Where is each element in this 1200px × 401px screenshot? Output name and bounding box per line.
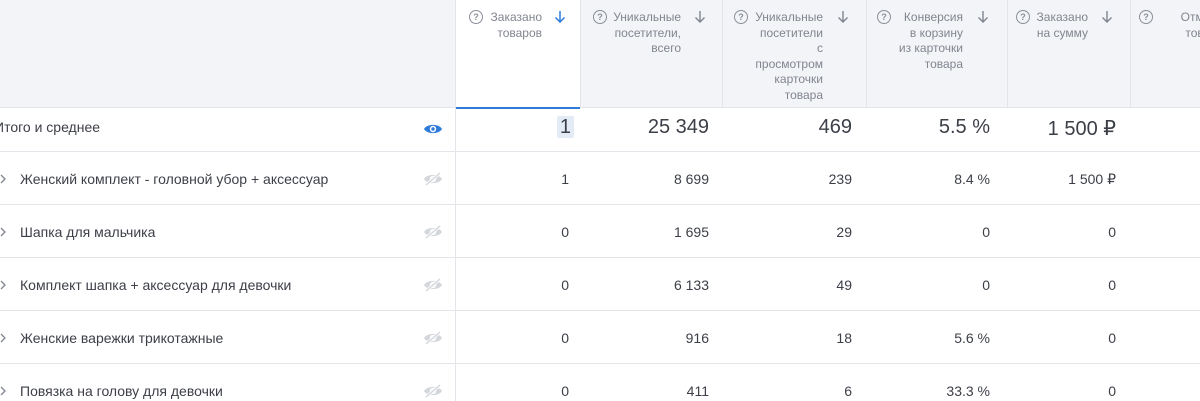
card-visitors-value: 239 bbox=[828, 171, 852, 187]
column-title-line: посетители, bbox=[614, 25, 681, 40]
chevron-right-icon[interactable] bbox=[0, 386, 8, 396]
table-row[interactable]: Женские варежки трикотажные 0 916 18 5.6… bbox=[0, 311, 1200, 364]
column-title-ordered-sum: Заказано на сумму bbox=[1034, 10, 1088, 41]
column-header-ordered[interactable]: ? Заказано товаров bbox=[456, 0, 580, 109]
product-name: Женский комплект - головной убор + аксес… bbox=[20, 171, 329, 187]
ordered-sum-value: 0 bbox=[1108, 330, 1116, 346]
chevron-right-icon[interactable] bbox=[0, 280, 8, 290]
eye-icon[interactable] bbox=[423, 122, 443, 136]
column-title-line: Отмен bbox=[1180, 10, 1200, 24]
conversion-value: 0 bbox=[982, 224, 990, 240]
column-title-line: Уникальные bbox=[613, 10, 681, 24]
help-icon[interactable]: ? bbox=[734, 10, 748, 24]
ordered-value: 0 bbox=[561, 224, 569, 240]
chevron-right-icon[interactable] bbox=[0, 333, 8, 343]
card-visitors-value: 6 bbox=[844, 383, 852, 399]
column-title-visitors: Уникальные посетители, всего bbox=[611, 10, 681, 57]
help-icon[interactable]: ? bbox=[469, 10, 483, 24]
table-row[interactable]: Шапка для мальчика 0 1 695 29 0 0 bbox=[0, 205, 1200, 258]
card-visitors-value: 18 bbox=[836, 330, 852, 346]
column-title-line: из карточки bbox=[898, 41, 963, 55]
column-title-line: карточки bbox=[774, 72, 823, 86]
product-name: Женские варежки трикотажные bbox=[20, 330, 224, 346]
conversion-value: 5.6 % bbox=[954, 330, 990, 346]
table-row[interactable]: Комплект шапка + аксессуар для девочки 0… bbox=[0, 258, 1200, 311]
visitors-value: 916 bbox=[685, 330, 709, 346]
eye-off-icon[interactable] bbox=[423, 384, 443, 398]
conversion-value: 33.3 % bbox=[946, 383, 990, 399]
total-visitors-value: 25 349 bbox=[647, 116, 709, 138]
ordered-sum-value: 0 bbox=[1108, 224, 1116, 240]
column-header-ordered-sum[interactable]: ? Заказано на сумму bbox=[1008, 0, 1130, 108]
column-title-conversion: Конверсия в корзину из карточки товара bbox=[893, 10, 963, 72]
visitors-value: 6 133 bbox=[673, 277, 709, 293]
conversion-value: 8.4 % bbox=[954, 171, 990, 187]
visitors-value: 411 bbox=[686, 383, 709, 399]
product-name: Комплект шапка + аксессуар для девочки bbox=[20, 277, 292, 293]
column-header-visitors[interactable]: ? Уникальные посетители, всего bbox=[581, 0, 722, 108]
column-title-line: товаров bbox=[497, 25, 542, 40]
sort-arrow-down-icon[interactable] bbox=[694, 9, 706, 25]
column-title-line: Уникальные bbox=[755, 10, 823, 24]
ordered-value: 1 bbox=[561, 171, 569, 187]
column-title-line: на сумму bbox=[1036, 25, 1088, 40]
sort-arrow-down-icon[interactable] bbox=[977, 9, 989, 25]
column-title-line: просмотром bbox=[755, 56, 823, 71]
eye-off-icon[interactable] bbox=[423, 331, 443, 345]
column-header-card-visitors[interactable]: ? Уникальные посетители с просмотром кар… bbox=[723, 0, 866, 108]
column-title-line: Заказано bbox=[1036, 10, 1088, 24]
table-row[interactable]: Повязка на голову для девочки 0 411 6 33… bbox=[0, 364, 1200, 401]
column-title-line: Конверсия bbox=[903, 10, 963, 24]
product-name: Повязка на голову для девочки bbox=[20, 383, 223, 399]
ordered-value: 0 bbox=[561, 330, 569, 346]
product-name: Шапка для мальчика bbox=[20, 224, 156, 240]
help-icon[interactable]: ? bbox=[877, 10, 891, 24]
column-title-ordered: Заказано товаров bbox=[486, 10, 542, 41]
column-title-line: всего bbox=[651, 41, 681, 55]
eye-off-icon[interactable] bbox=[423, 225, 443, 239]
column-header-cancelled[interactable]: ? Отмен товар bbox=[1131, 0, 1200, 108]
total-ordered-value: 1 bbox=[556, 116, 574, 139]
help-icon[interactable]: ? bbox=[1016, 10, 1030, 24]
total-ordered-sum-value: 1 500 ₽ bbox=[1047, 118, 1116, 140]
eye-off-icon[interactable] bbox=[423, 172, 443, 186]
column-header-conversion[interactable]: ? Конверсия в корзину из карточки товара bbox=[867, 0, 1007, 108]
column-title-line: товара bbox=[924, 56, 963, 71]
column-title-line: посетители bbox=[760, 25, 823, 40]
visitors-value: 1 695 bbox=[673, 224, 709, 240]
ordered-value: 0 bbox=[561, 277, 569, 293]
visitors-value: 8 699 bbox=[673, 171, 709, 187]
help-icon[interactable]: ? bbox=[593, 10, 607, 24]
chevron-right-icon[interactable] bbox=[0, 174, 8, 184]
total-ordered-highlight: 1 bbox=[556, 116, 574, 138]
sort-arrow-down-icon[interactable] bbox=[554, 9, 566, 25]
chevron-right-icon[interactable] bbox=[0, 227, 8, 237]
column-title-line: с bbox=[817, 41, 823, 55]
column-title-line: товар bbox=[1185, 25, 1200, 40]
table-row[interactable]: Женский комплект - головной убор + аксес… bbox=[0, 152, 1200, 205]
ordered-sum-value: 1 500 ₽ bbox=[1068, 171, 1116, 187]
ordered-value: 0 bbox=[561, 383, 569, 399]
column-title-line: Заказано bbox=[490, 10, 542, 24]
ordered-sum-value: 0 bbox=[1108, 277, 1116, 293]
card-visitors-value: 29 bbox=[836, 224, 852, 240]
help-icon[interactable]: ? bbox=[1139, 10, 1153, 24]
product-list-header bbox=[0, 0, 455, 108]
total-label: Итого и среднее bbox=[0, 119, 101, 135]
total-conversion-value: 5.5 % bbox=[938, 116, 990, 138]
conversion-value: 0 bbox=[982, 277, 990, 293]
sort-arrow-down-icon[interactable] bbox=[1101, 9, 1113, 25]
total-card-visitors-value: 469 bbox=[818, 116, 852, 138]
column-title-line: в корзину bbox=[909, 25, 963, 40]
column-title-card-visitors: Уникальные посетители с просмотром карто… bbox=[751, 10, 823, 103]
eye-off-icon[interactable] bbox=[423, 278, 443, 292]
total-row: Итого и среднее 1 25 349 469 5.5 % 1 500… bbox=[0, 108, 1200, 152]
card-visitors-value: 49 bbox=[836, 277, 852, 293]
column-title-line: товара bbox=[784, 87, 823, 102]
column-title-cancelled: Отмен товар bbox=[1157, 10, 1200, 41]
metrics-header: ? Заказано товаров ? Уникальные посетите… bbox=[456, 0, 1200, 109]
sort-arrow-down-icon[interactable] bbox=[837, 9, 849, 25]
ordered-sum-value: 0 bbox=[1108, 383, 1116, 399]
